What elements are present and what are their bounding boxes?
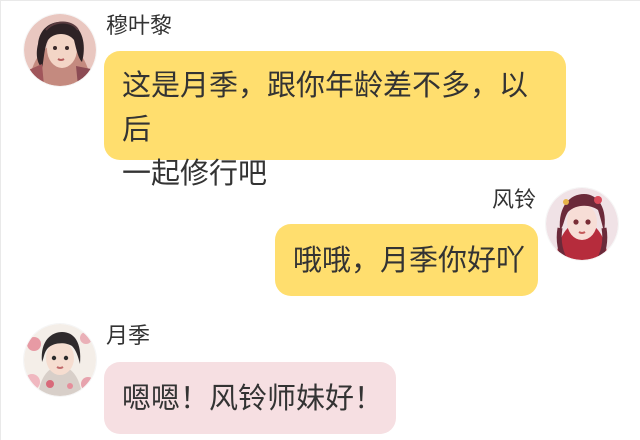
message-bubble[interactable]: 嗯嗯！风铃师妹好！ bbox=[104, 362, 396, 434]
sender-name: 月季 bbox=[106, 324, 151, 349]
message-text-line: 这是月季，跟你年龄差不多，以后 bbox=[122, 68, 529, 146]
avatar-muyeli-image bbox=[24, 14, 96, 86]
avatar-fengling-image bbox=[546, 188, 618, 260]
avatar-fengling[interactable] bbox=[546, 188, 618, 260]
message-bubble[interactable]: 这是月季，跟你年龄差不多，以后 一起修行吧 bbox=[104, 51, 566, 190]
message-text-line: 一起修行吧 bbox=[122, 156, 268, 190]
avatar-yueji-image bbox=[24, 324, 96, 396]
message-text: 哦哦，月季你好吖 bbox=[293, 243, 526, 277]
message-bubble[interactable]: 哦哦，月季你好吖 bbox=[275, 224, 538, 296]
sender-name: 穆叶黎 bbox=[106, 14, 173, 39]
message-text: 嗯嗯！风铃师妹好！ bbox=[122, 381, 384, 415]
avatar-yueji[interactable] bbox=[24, 324, 96, 396]
sender-name: 风铃 bbox=[491, 188, 536, 213]
left-divider bbox=[0, 0, 1, 440]
top-divider bbox=[0, 0, 640, 1]
avatar-muyeli[interactable] bbox=[24, 14, 96, 86]
